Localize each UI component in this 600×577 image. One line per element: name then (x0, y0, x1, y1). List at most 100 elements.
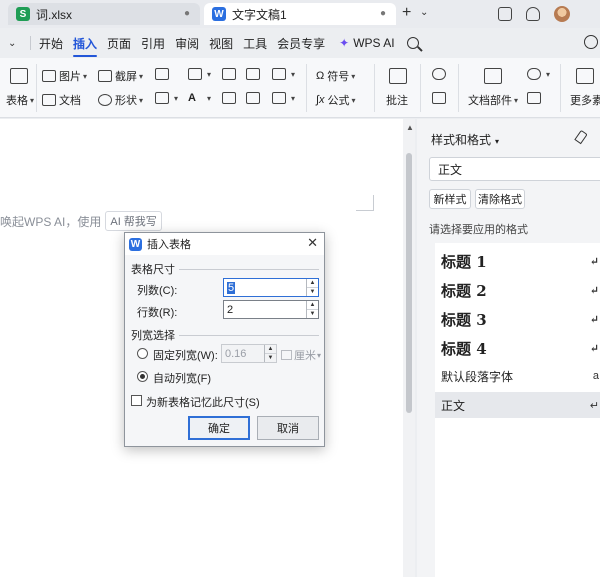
tab-dot-icon[interactable]: ● (380, 8, 386, 19)
document-button[interactable]: 文档 (42, 92, 81, 108)
fixed-width-radio[interactable] (137, 348, 148, 359)
new-tab-button[interactable]: + (402, 4, 411, 22)
avatar[interactable] (554, 6, 570, 22)
more-shapes-icon (272, 68, 286, 80)
tab-xlsx[interactable]: S 词.xlsx ● (8, 3, 200, 25)
fixed-width-label[interactable]: 固定列宽(W): (153, 347, 218, 363)
auto-width-label[interactable]: 自动列宽(F) (153, 370, 211, 386)
vertical-scrollbar[interactable]: ▲ (403, 119, 415, 577)
more-assets-icon[interactable] (576, 68, 594, 84)
menu-review[interactable]: 审阅 (175, 35, 199, 52)
ribbon-divider (560, 64, 561, 112)
menu-member[interactable]: 会员专享 (277, 35, 325, 52)
formula-icon: ∫x (316, 94, 325, 106)
wps-ai-label: WPS AI (353, 36, 395, 50)
style-default-font[interactable]: 默认段落字体 a (435, 363, 600, 389)
comment-button[interactable]: 批注 (386, 92, 408, 108)
org-chart-button[interactable] (246, 68, 263, 80)
ribbon-divider (306, 64, 307, 112)
comment-icon[interactable] (389, 68, 407, 84)
pane-title[interactable]: 样式和格式 ▾ (431, 131, 499, 148)
ai-write-button[interactable]: AI 帮我写 (105, 211, 162, 231)
table-button[interactable]: 表格 ▾ (6, 92, 34, 108)
menu-references[interactable]: 引用 (141, 35, 165, 52)
list-icon (188, 68, 202, 80)
smartart-button[interactable] (155, 68, 172, 80)
clear-format-button[interactable]: 清除格式 (475, 189, 525, 209)
tab-dot-icon[interactable]: ● (184, 8, 190, 19)
menu-chevron-icon[interactable]: ⌄ (8, 38, 24, 49)
dialog-title: 插入表格 (147, 239, 191, 251)
more-assets-button[interactable]: 更多素 (570, 92, 600, 108)
document-icon (42, 94, 56, 106)
mindmap-button[interactable] (246, 92, 263, 104)
table-icon[interactable] (10, 68, 28, 84)
cols-down-icon: ▼ (309, 289, 316, 295)
rows-stepper[interactable]: 2 ▲ ▼ (223, 300, 319, 319)
list-button[interactable]: ▾ (188, 68, 211, 80)
style-heading-2[interactable]: 标题 2 ↵ (435, 276, 600, 304)
style-heading-1[interactable]: 标题 1 ↵ (435, 247, 600, 275)
textbox-icon (155, 92, 169, 104)
remember-size-label[interactable]: 为新表格记忆此尺寸(S) (146, 394, 260, 410)
cols-stepper[interactable]: 5 ▲ ▼ (223, 278, 319, 297)
auto-width-radio[interactable] (137, 371, 148, 382)
menu-page[interactable]: 页面 (107, 35, 131, 52)
search-icon[interactable] (406, 37, 419, 49)
pane-subtitle: 请选择要应用的格式 (429, 224, 528, 236)
screenshot-button[interactable]: 截屏 ▾ (98, 68, 143, 84)
style-heading-3[interactable]: 标题 3 ↵ (435, 305, 600, 333)
style-normal[interactable]: 正文 ↵ (435, 392, 600, 418)
sync-icon[interactable] (584, 35, 598, 49)
dialog-titlebar[interactable]: W 插入表格 ✕ (125, 233, 324, 255)
cols-up-icon: ▲ (307, 279, 318, 288)
window-restore-icon[interactable] (498, 7, 512, 21)
link-button[interactable] (432, 68, 449, 80)
ribbon-divider (458, 64, 459, 112)
menu-insert[interactable]: 插入 (73, 35, 98, 57)
tab-document[interactable]: W 文字文稿1 ● (204, 3, 396, 25)
icons-button[interactable]: ▾ (272, 92, 295, 104)
scroll-up-icon[interactable]: ▲ (406, 123, 414, 132)
tab-label: 文字文稿1 (232, 7, 287, 22)
insert-ribbon: 表格 ▾ 图片 ▾ 文档 截屏 ▾ 形状 ▾ ▾ ▾ A ▾ ▾ ▾ Ω 符号 ▾ ∫x 公式 ▾… (0, 58, 600, 118)
shape-button[interactable]: 形状 ▾ (98, 92, 143, 108)
picture-button[interactable]: 图片 ▾ (42, 68, 87, 84)
menu-home[interactable]: 开始 (39, 35, 63, 52)
doc-parts-icon[interactable] (484, 68, 502, 84)
bookmark-button[interactable] (432, 92, 449, 104)
bookmark-icon (432, 92, 446, 104)
new-style-button[interactable]: 新样式 (429, 189, 471, 209)
character-style-icon: a (592, 370, 599, 382)
chart-button[interactable] (222, 68, 239, 80)
cube-icon[interactable] (526, 7, 540, 21)
style-heading-4[interactable]: 标题 4 ↵ (435, 334, 600, 362)
textbox-button[interactable]: ▾ (155, 92, 178, 104)
doc-parts-button[interactable]: 文档部件 ▾ (468, 92, 518, 108)
menu-view[interactable]: 视图 (209, 35, 233, 52)
ai-hint: 唤起WPS AI，使用 AI 帮我写 (0, 211, 162, 231)
symbol-button[interactable]: Ω 符号 ▾ (316, 68, 355, 84)
shape-icon (98, 94, 112, 106)
insert-table-dialog: W 插入表格 ✕ 表格尺寸 列数(C): 5 ▲ ▼ 行数(R): 2 ▲ ▼ 列宽… (124, 232, 325, 447)
dropcap-button[interactable] (527, 92, 544, 104)
wps-ai-button[interactable]: ✦ WPS AI (339, 36, 394, 50)
close-icon[interactable]: ✕ (307, 235, 318, 251)
org-chart-icon (246, 68, 260, 80)
pin-icon[interactable] (574, 129, 588, 145)
attachment-button[interactable]: ▾ (527, 68, 550, 80)
wordart-button[interactable]: A ▾ (188, 92, 211, 104)
paragraph-mark-icon: ↵ (589, 283, 599, 297)
menu-tools[interactable]: 工具 (243, 35, 267, 52)
formula-button[interactable]: ∫x 公式 ▾ (316, 92, 356, 108)
more-shapes-button[interactable]: ▾ (272, 68, 295, 80)
scroll-thumb[interactable] (406, 153, 412, 413)
ok-button[interactable]: 确定 (188, 416, 250, 440)
flowchart-button[interactable] (222, 92, 239, 104)
remember-size-checkbox[interactable] (131, 395, 142, 406)
cancel-button[interactable]: 取消 (257, 416, 319, 440)
group-column-width: 列宽选择 (131, 327, 319, 343)
tab-list-chevron-icon[interactable]: ⌄ (420, 7, 428, 18)
current-style-select[interactable]: 正文 (429, 157, 600, 181)
paragraph-mark-icon: ↵ (589, 312, 599, 326)
